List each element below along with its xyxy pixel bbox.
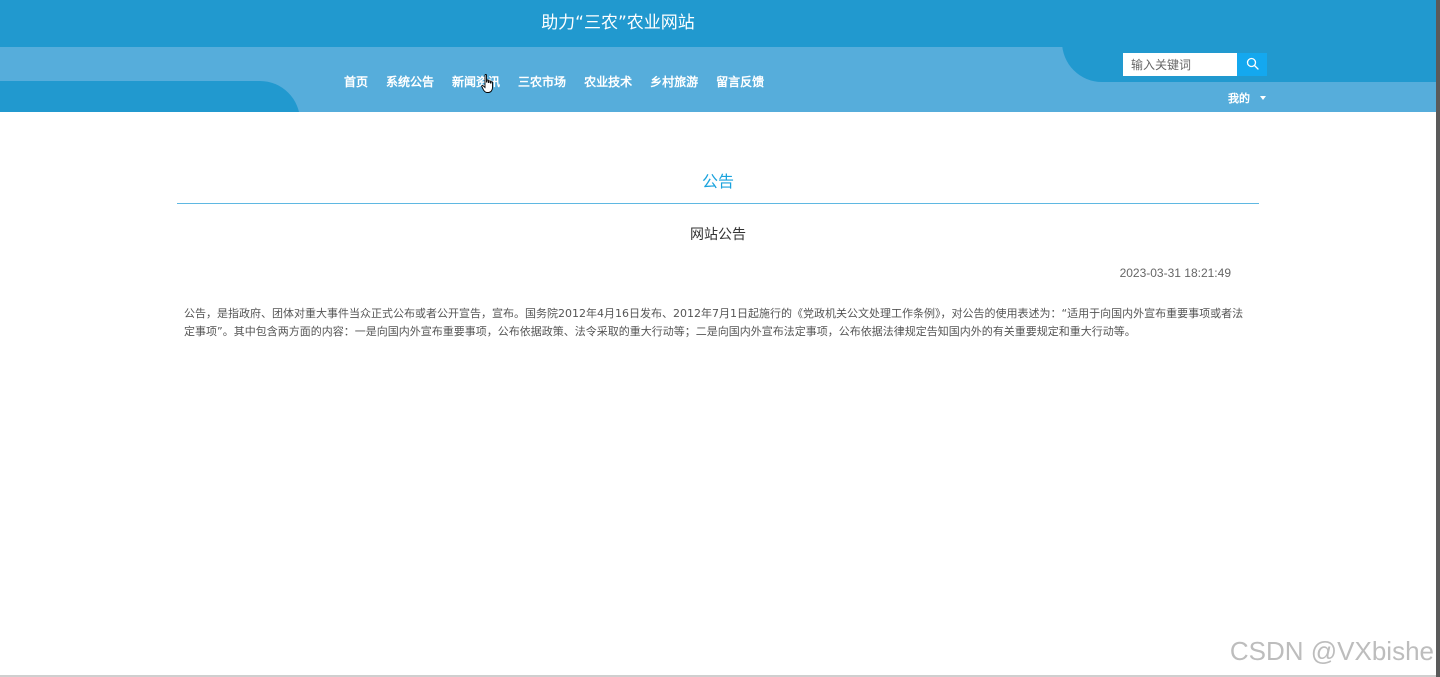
article-title: 网站公告 bbox=[690, 227, 746, 243]
watermark: CSDN @VXbishe bbox=[1229, 636, 1434, 666]
nav-item-feedback[interactable]: 留言反馈 bbox=[716, 73, 764, 91]
nav-item-tourism[interactable]: 乡村旅游 bbox=[650, 73, 698, 91]
search-input[interactable] bbox=[1123, 53, 1237, 76]
section-title: 公告 bbox=[701, 172, 734, 191]
site-title: 助力“三农”农业网站 bbox=[541, 13, 695, 33]
search-bar bbox=[1123, 53, 1267, 76]
section-header: 公告 bbox=[177, 167, 1259, 204]
site-header: 助力“三农”农业网站 首页 系统公告 新闻资讯 三农市场 农业技术 乡村旅游 留… bbox=[0, 0, 1436, 112]
chevron-down-icon bbox=[1260, 96, 1266, 100]
nav-item-market[interactable]: 三农市场 bbox=[518, 73, 566, 91]
nav-item-technology[interactable]: 农业技术 bbox=[584, 73, 632, 91]
nav-item-announcements[interactable]: 系统公告 bbox=[386, 73, 434, 91]
user-menu-label: 我的 bbox=[1228, 92, 1250, 105]
window-edge-right bbox=[1436, 0, 1440, 677]
article-content: 公告，是指政府、团体对重大事件当众正式公布或者公开宣告，宣布。国务院2012年4… bbox=[184, 307, 1244, 338]
article-date: 2023-03-31 18:21:49 bbox=[1119, 266, 1231, 280]
nav-item-home[interactable]: 首页 bbox=[344, 73, 368, 91]
main-nav: 首页 系统公告 新闻资讯 三农市场 农业技术 乡村旅游 留言反馈 bbox=[344, 73, 764, 91]
page: 助力“三农”农业网站 首页 系统公告 新闻资讯 三农市场 农业技术 乡村旅游 留… bbox=[0, 0, 1440, 677]
search-icon bbox=[1246, 55, 1259, 74]
hand-cursor-icon bbox=[481, 74, 495, 98]
header-decoration-left bbox=[0, 81, 300, 112]
search-button[interactable] bbox=[1237, 53, 1267, 76]
user-menu[interactable]: 我的 bbox=[1228, 90, 1266, 106]
